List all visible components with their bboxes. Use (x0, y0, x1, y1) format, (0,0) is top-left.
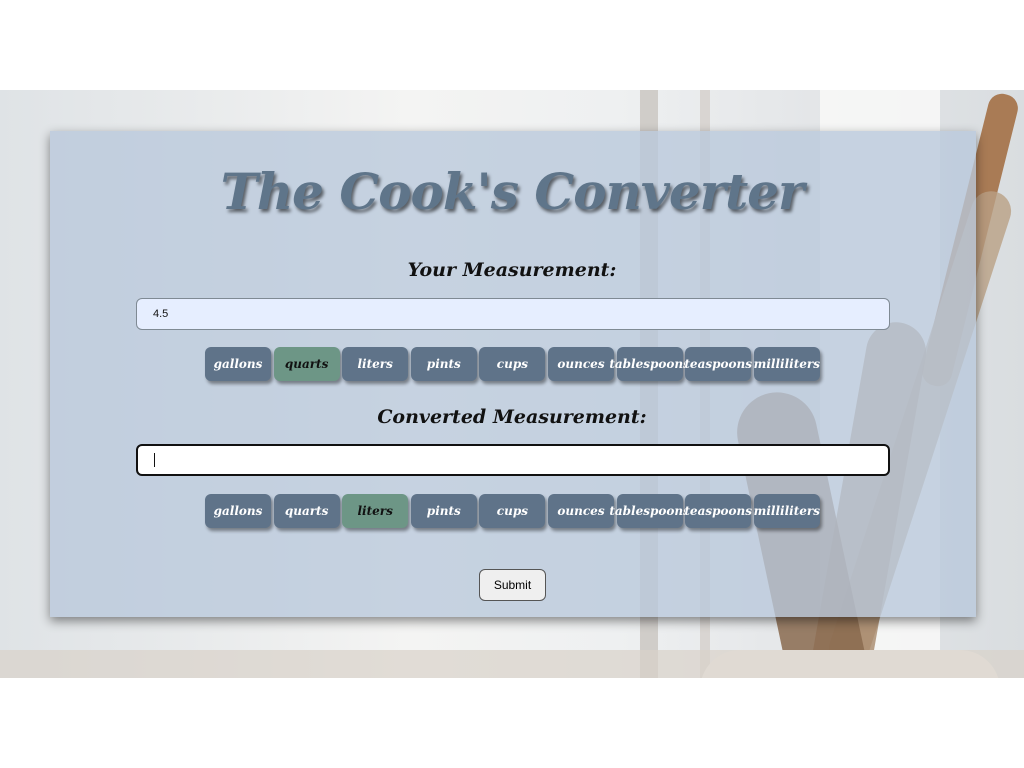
to-unit-button-quarts[interactable]: quarts (273, 494, 340, 528)
from-unit-button-tablespoons[interactable]: tablespoons (609, 347, 690, 381)
from-unit-button-milliliters[interactable]: milliliters (754, 347, 820, 381)
to-unit-button-ounces[interactable]: ounces (548, 494, 614, 528)
your-measurement-label: Your Measurement: (407, 259, 617, 281)
to-unit-button-teaspoons[interactable]: teaspoons (684, 494, 752, 528)
from-unit-button-pints[interactable]: pints (410, 347, 477, 381)
to-unit-button-milliliters[interactable]: milliliters (754, 494, 820, 528)
to-unit-button-pints[interactable]: pints (410, 494, 477, 528)
converted-measurement-input[interactable] (136, 444, 890, 476)
from-unit-button-quarts[interactable]: quarts (273, 347, 340, 381)
converted-measurement-label: Converted Measurement: (377, 406, 647, 428)
measurement-input[interactable]: 4.5 (136, 298, 890, 330)
to-unit-button-cups[interactable]: cups (479, 494, 546, 528)
to-unit-button-tablespoons[interactable]: tablespoons (609, 494, 690, 528)
from-unit-button-gallons[interactable]: gallons (205, 347, 271, 381)
to-unit-buttons: gallons quarts liters pints cups ounces tables… (205, 494, 825, 528)
page-title: The Cook's Converter (220, 162, 805, 221)
to-unit-button-liters[interactable]: liters (342, 494, 409, 528)
from-unit-button-ounces[interactable]: ounces (548, 347, 614, 381)
from-unit-button-teaspoons[interactable]: teaspoons (684, 347, 752, 381)
submit-button[interactable]: Submit (479, 569, 546, 601)
from-unit-button-liters[interactable]: liters (342, 347, 409, 381)
to-unit-button-gallons[interactable]: gallons (205, 494, 271, 528)
from-unit-button-cups[interactable]: cups (479, 347, 546, 381)
from-unit-buttons: gallons quarts liters pints cups ounces tables… (205, 347, 825, 381)
text-cursor (154, 453, 155, 467)
measurement-input-value: 4.5 (153, 308, 169, 320)
